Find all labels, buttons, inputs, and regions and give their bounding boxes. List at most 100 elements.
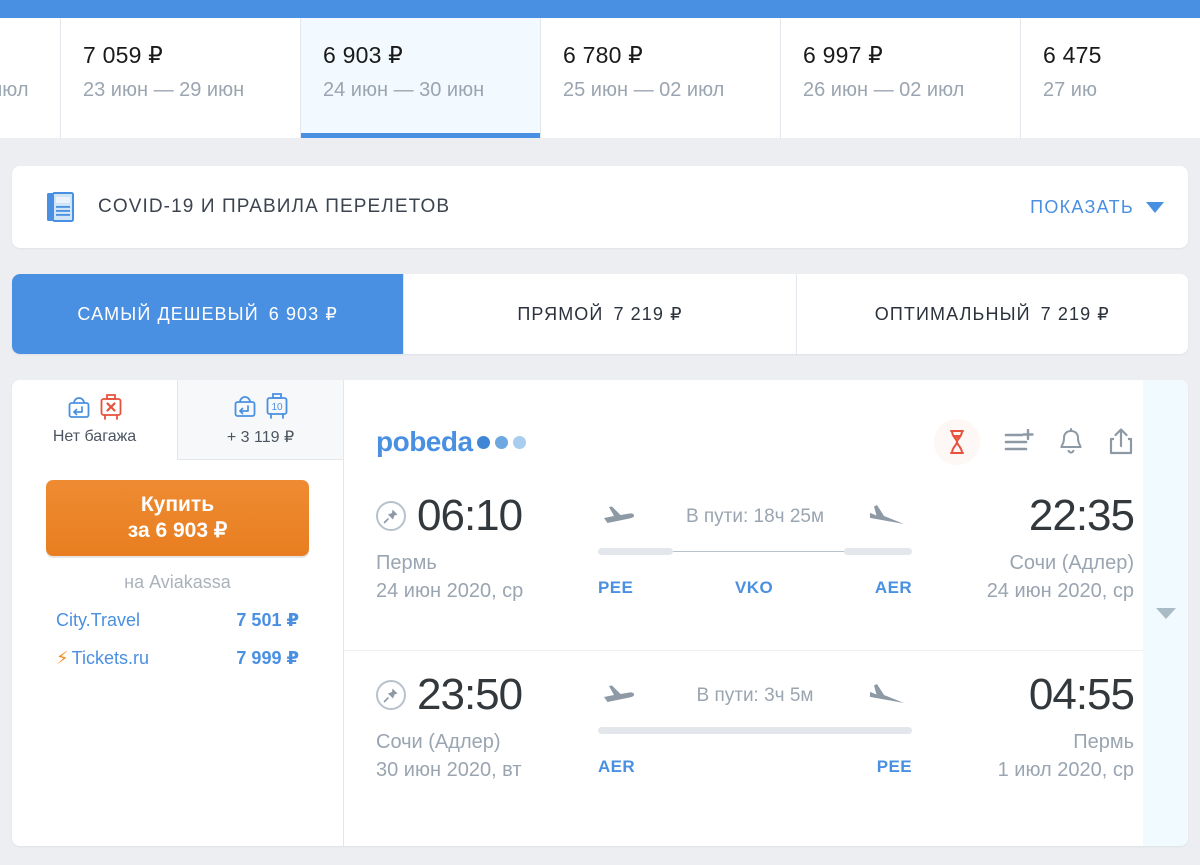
baggage-tab-included[interactable]: 10 + 3 119 ₽	[177, 380, 343, 460]
agency-name: Tickets.ru	[71, 648, 149, 668]
calendar-cell[interactable]: 6 475 27 ию	[1020, 18, 1200, 138]
filter-tabs[interactable]: САМЫЙ ДЕШЕВЫЙ 6 903 ₽ ПРЯМОЙ 7 219 ₽ ОПТ…	[12, 274, 1188, 354]
pin-icon	[376, 680, 406, 710]
arrival-airport-code[interactable]: AER	[875, 578, 912, 598]
calendar-cell-selected[interactable]: 6 903 ₽ 24 июн — 30 июн	[300, 18, 540, 138]
flight-leg: 06:10 Пермь 24 июн 2020, ср В пути: 18ч …	[344, 472, 1188, 650]
flight-header: pobeda	[344, 412, 1188, 472]
departure-airport-code[interactable]: PEE	[598, 578, 633, 598]
buy-button[interactable]: Купить за 6 903 ₽	[46, 480, 309, 556]
departure-time: 06:10	[417, 491, 523, 540]
carry-on-icon	[68, 397, 90, 418]
route-segment-full	[598, 727, 912, 734]
route-line	[598, 727, 912, 734]
flight-leg: 23:50 Сочи (Адлер) 30 июн 2020, вт В пут…	[344, 650, 1188, 828]
baggage-tab-none-label: Нет багажа	[52, 428, 137, 445]
route-stub-start	[598, 548, 673, 555]
carry-on-icon	[234, 395, 256, 417]
calendar-cell[interactable]: 6 997 ₽ 26 июн — 02 июл	[780, 18, 1020, 138]
calendar-dates: 24 июн — 30 июн	[323, 79, 485, 101]
chevron-down-icon	[1146, 201, 1164, 213]
calendar-price: ₽	[0, 42, 60, 69]
tab-optimal[interactable]: ОПТИМАЛЬНЫЙ 7 219 ₽	[795, 274, 1188, 354]
arrival-airport-code[interactable]: PEE	[877, 757, 912, 777]
arrival-city: Пермь	[1073, 731, 1134, 753]
calendar-price: 7 059 ₽	[83, 42, 163, 68]
baggage-tab-none[interactable]: Нет багажа	[12, 380, 177, 460]
leg-route: В пути: 18ч 25м PEE VKO AER	[586, 494, 924, 598]
departure-city: Пермь	[376, 552, 437, 574]
tab-direct[interactable]: ПРЯМОЙ 7 219 ₽	[403, 274, 796, 354]
no-checked-baggage-icon	[100, 394, 122, 420]
airline-logo: pobeda	[376, 426, 526, 458]
departure-date: 24 июн 2020, ср	[376, 580, 524, 602]
route-line	[598, 548, 912, 555]
baggage-weight-label: 10	[271, 402, 283, 413]
top-accent-bar	[0, 0, 1200, 18]
route-codes: AER PEE	[598, 757, 912, 777]
calendar-cell[interactable]: 7 059 ₽ 23 июн — 29 июн	[60, 18, 300, 138]
calendar-dates: 23 июн — 29 июн	[83, 79, 245, 101]
agency-price: 7 999 ₽	[236, 648, 299, 668]
route-codes: PEE VKO AER	[598, 578, 912, 598]
arrival-date: 1 июл 2020, ср	[997, 759, 1134, 781]
flight-actions	[934, 419, 1134, 465]
tab-optimal-price: 7 219 ₽	[1040, 303, 1110, 324]
covid-title: COVID-19 И ПРАВИЛА ПЕРЕЛЕТОВ	[98, 196, 451, 217]
bell-icon[interactable]	[1058, 428, 1084, 456]
leg-arrival: 04:55 Пермь 1 июл 2020, ср	[924, 670, 1135, 782]
arrival-time: 04:55	[1028, 670, 1135, 719]
baggage-tabs[interactable]: Нет багажа 10 + 3 119 ₽	[12, 380, 343, 460]
leg-duration: В пути: 3ч 5м	[696, 685, 814, 706]
buy-button-line2: за 6 903 ₽	[127, 519, 228, 542]
agency-name: City.Travel	[56, 610, 141, 630]
logo-dot	[494, 435, 508, 449]
covid-show-button[interactable]: ПОКАЗАТЬ	[1030, 197, 1164, 218]
arrival-time: 22:35	[1028, 491, 1135, 540]
checked-baggage-10kg-icon: 10	[266, 392, 288, 419]
hourglass-icon[interactable]	[934, 419, 980, 465]
departure-date: 30 июн 2020, вт	[376, 759, 522, 781]
agency-row[interactable]: ⚡ Tickets.ru 7 999 ₽	[12, 648, 343, 669]
pin-icon	[376, 501, 406, 531]
calendar-price: 6 903 ₽	[323, 42, 403, 68]
departure-time: 23:50	[417, 670, 523, 719]
covid-banner[interactable]: COVID-19 И ПРАВИЛА ПЕРЕЛЕТОВ ПОКАЗАТЬ	[12, 166, 1188, 248]
leg-duration: В пути: 18ч 25м	[685, 506, 825, 527]
landing-icon	[864, 502, 912, 533]
tab-direct-price: 7 219 ₽	[613, 303, 683, 324]
baggage-icon-group: 10	[232, 392, 289, 421]
stopover-airport-code[interactable]: VKO	[633, 578, 875, 598]
tab-cheapest[interactable]: САМЫЙ ДЕШЕВЫЙ 6 903 ₽	[12, 274, 404, 354]
calendar-dates: он — 01 июл	[0, 79, 29, 101]
agency-name-wrapper: ⚡ Tickets.ru	[56, 648, 149, 669]
tab-cheapest-label: САМЫЙ ДЕШЕВЫЙ	[77, 303, 259, 324]
calendar-dates: 27 ию	[1043, 79, 1097, 101]
bolt-icon: ⚡	[56, 648, 69, 668]
leg-departure: 23:50 Сочи (Адлер) 30 июн 2020, вт	[376, 673, 586, 782]
agency-price: 7 501 ₽	[236, 610, 299, 630]
expand-ticket-button[interactable]	[1143, 380, 1188, 846]
price-calendar[interactable]: ₽ он — 01 июл 7 059 ₽ 23 июн — 29 июн 6 …	[0, 18, 1200, 138]
logo-dots	[476, 435, 526, 449]
calendar-cell[interactable]: ₽ он — 01 июл	[0, 18, 60, 138]
logo-dot	[512, 435, 526, 449]
tab-cheapest-price: 6 903 ₽	[268, 303, 338, 324]
covid-show-label: ПОКАЗАТЬ	[1030, 196, 1134, 217]
arrival-city: Сочи (Адлер)	[1009, 552, 1134, 574]
tab-optimal-label: ОПТИМАЛЬНЫЙ	[874, 303, 1031, 324]
calendar-price: 6 475	[1043, 42, 1102, 68]
share-icon[interactable]	[1108, 428, 1134, 456]
departure-airport-code[interactable]: AER	[598, 757, 635, 777]
calendar-cell[interactable]: 6 780 ₽ 25 июн — 02 июл	[540, 18, 780, 138]
buy-button-line1: Купить	[140, 492, 215, 516]
baggage-icon-group	[66, 394, 123, 422]
calendar-price: 6 997 ₽	[803, 42, 883, 68]
leg-arrival: 22:35 Сочи (Адлер) 24 июн 2020, ср	[924, 491, 1135, 603]
add-to-list-icon[interactable]	[1004, 429, 1034, 455]
arrival-date: 24 июн 2020, ср	[986, 580, 1134, 602]
buy-agency-note: на Aviakassa	[124, 572, 231, 592]
agency-row[interactable]: City.Travel 7 501 ₽	[12, 610, 343, 631]
tab-direct-label: ПРЯМОЙ	[517, 303, 604, 324]
calendar-price: 6 780 ₽	[563, 42, 643, 68]
